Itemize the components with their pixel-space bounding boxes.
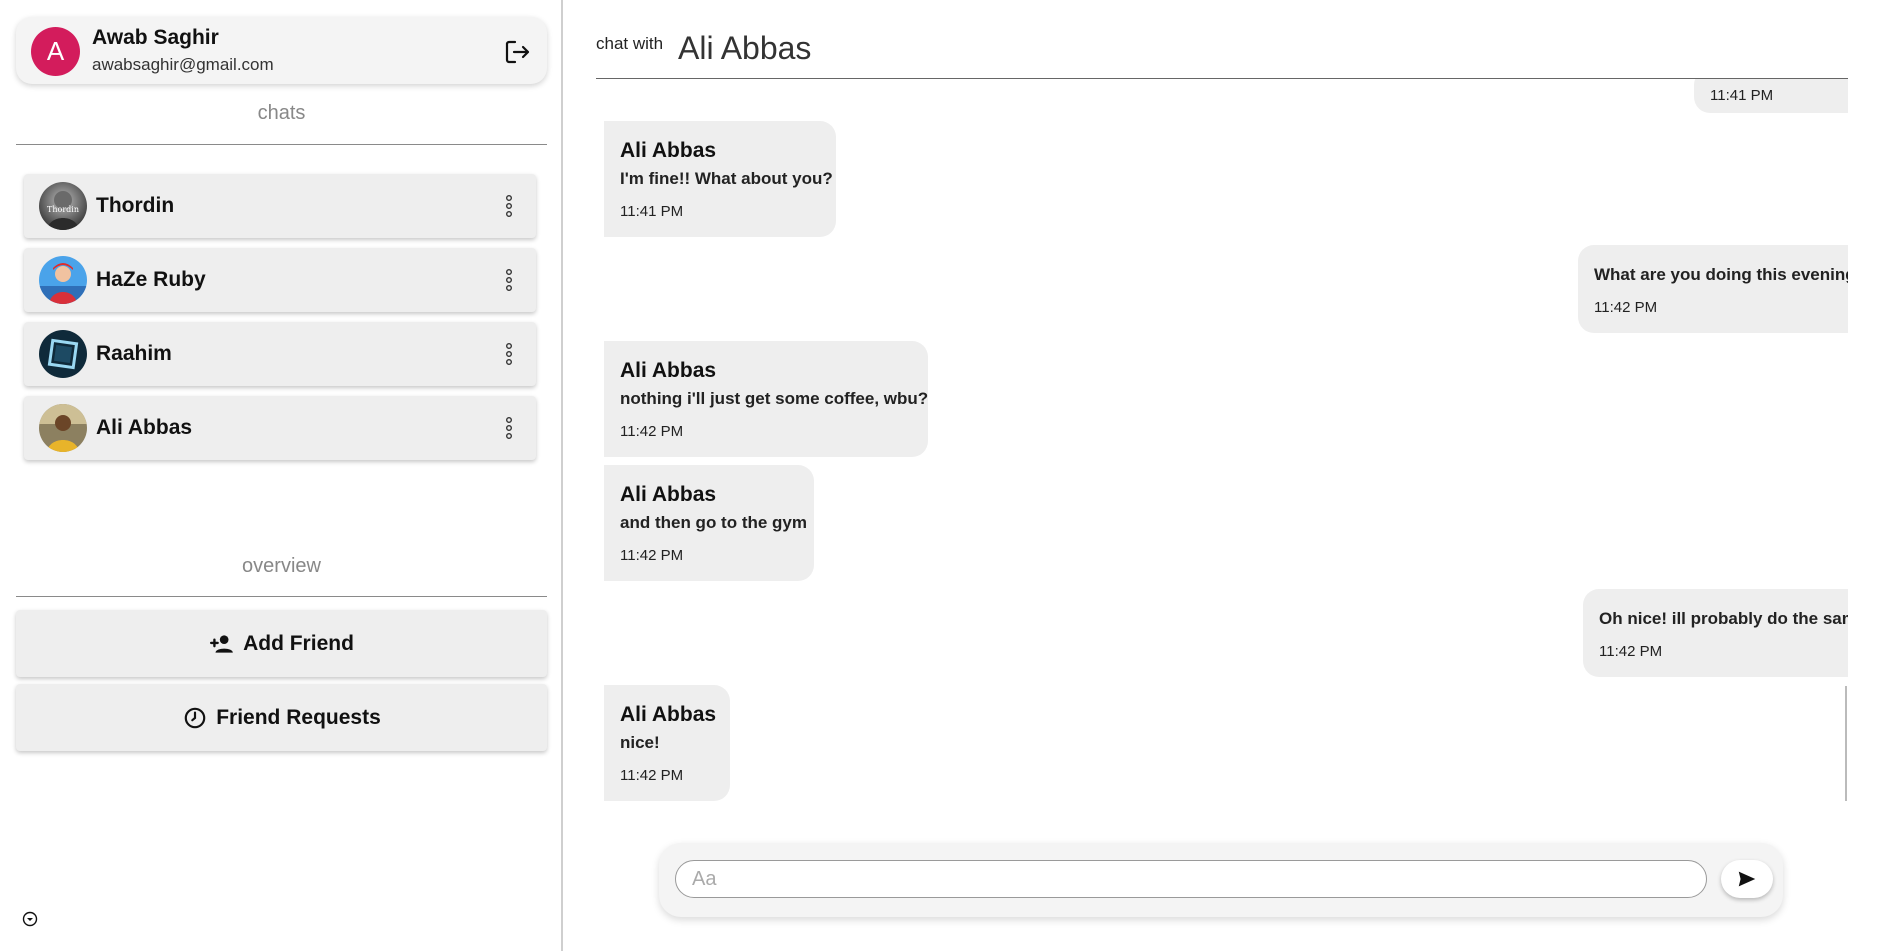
message-bubble-outgoing: What are you doing this evening? 11:42 P…: [1578, 245, 1848, 333]
message-text: nice!: [620, 733, 660, 752]
chat-item-raahim[interactable]: Raahim: [24, 322, 536, 386]
message-sender: Ali Abbas: [620, 703, 717, 726]
send-button[interactable]: [1721, 860, 1773, 898]
more-vertical-icon[interactable]: [504, 416, 514, 440]
divider: [16, 144, 547, 145]
message-sender: Ali Abbas: [620, 359, 717, 382]
message-time: 11:42 PM: [1599, 643, 1663, 660]
more-vertical-icon[interactable]: [504, 268, 514, 292]
message-time: 11:42 PM: [620, 767, 684, 784]
message-text: nothing i'll just get some coffee, wbu?: [620, 389, 929, 408]
avatar: [39, 330, 87, 378]
message-time: 11:42 PM: [1594, 299, 1658, 316]
add-friend-label: Add Friend: [243, 631, 354, 655]
message-time: 11:41 PM: [1710, 87, 1774, 104]
chats-section-label: chats: [257, 102, 306, 124]
message-bubble-incoming: Ali Abbas and then go to the gym 11:42 P…: [604, 465, 814, 581]
profile-name: Awab Saghir: [92, 26, 219, 49]
chat-item-ali-abbas[interactable]: Ali Abbas: [24, 396, 536, 460]
profile-email: awabsaghir@gmail.com: [92, 55, 274, 74]
message-text: What are you doing this evening?: [1594, 265, 1848, 284]
message-text: Oh nice! ill probably do the same: [1599, 609, 1848, 628]
more-vertical-icon[interactable]: [504, 342, 514, 366]
chat-name: Raahim: [96, 342, 172, 365]
logout-icon[interactable]: [502, 37, 532, 67]
person-add-icon: [210, 634, 233, 653]
message-text: and then go to the gym: [620, 513, 807, 532]
chevron-down-circle-icon[interactable]: [22, 911, 38, 927]
message-list: 11:41 PM Ali Abbas I'm fine!! What about…: [596, 79, 1848, 801]
overview-section-label: overview: [242, 555, 321, 577]
message-bubble-incoming: Ali Abbas nice! 11:42 PM: [604, 685, 730, 801]
avatar: A: [31, 27, 80, 76]
message-time: 11:41 PM: [620, 203, 684, 220]
message-bubble-incoming: Ali Abbas nothing i'll just get some cof…: [604, 341, 928, 457]
message-bubble-outgoing: Oh nice! ill probably do the same 11:42 …: [1583, 589, 1848, 677]
chat-panel: chat with Ali Abbas 11:41 PM Ali Abbas I…: [565, 0, 1879, 951]
chat-header: chat with Ali Abbas: [596, 0, 1848, 79]
chat-with-label: chat with: [596, 34, 664, 53]
chat-item-haze-ruby[interactable]: HaZe Ruby: [24, 248, 536, 312]
clock-icon: [184, 707, 206, 728]
friend-requests-label: Friend Requests: [216, 705, 381, 729]
avatar: [39, 256, 87, 304]
chat-item-thordin[interactable]: Thordin Thordin: [24, 174, 536, 238]
message-input[interactable]: [675, 860, 1707, 898]
avatar: [39, 404, 87, 452]
scrollbar[interactable]: [1845, 686, 1847, 801]
avatar-badge-text: Thordin: [47, 205, 79, 214]
message-time: 11:42 PM: [620, 547, 684, 564]
profile-card: A Awab Saghir awabsaghir@gmail.com: [16, 17, 547, 84]
message-text: I'm fine!! What about you?: [620, 169, 833, 188]
message-bubble-outgoing: 11:41 PM: [1694, 79, 1848, 113]
sidebar: A Awab Saghir awabsaghir@gmail.com chats: [0, 0, 563, 951]
more-vertical-icon[interactable]: [504, 194, 514, 218]
message-sender: Ali Abbas: [620, 483, 717, 506]
message-composer: [659, 843, 1783, 917]
app: A Awab Saghir awabsaghir@gmail.com chats: [0, 0, 1879, 951]
send-icon: [1738, 871, 1756, 887]
chat-name: Ali Abbas: [96, 416, 193, 439]
chat-name: Thordin: [96, 194, 175, 217]
avatar: Thordin: [39, 182, 87, 230]
message-time: 11:42 PM: [620, 423, 684, 440]
add-friend-button[interactable]: Add Friend: [16, 610, 547, 677]
message-bubble-incoming: Ali Abbas I'm fine!! What about you? 11:…: [604, 121, 836, 237]
chat-name: HaZe Ruby: [96, 268, 206, 291]
message-sender: Ali Abbas: [620, 139, 717, 162]
divider: [16, 596, 547, 597]
friend-requests-button[interactable]: Friend Requests: [16, 684, 547, 751]
chat-title: Ali Abbas: [678, 30, 812, 66]
